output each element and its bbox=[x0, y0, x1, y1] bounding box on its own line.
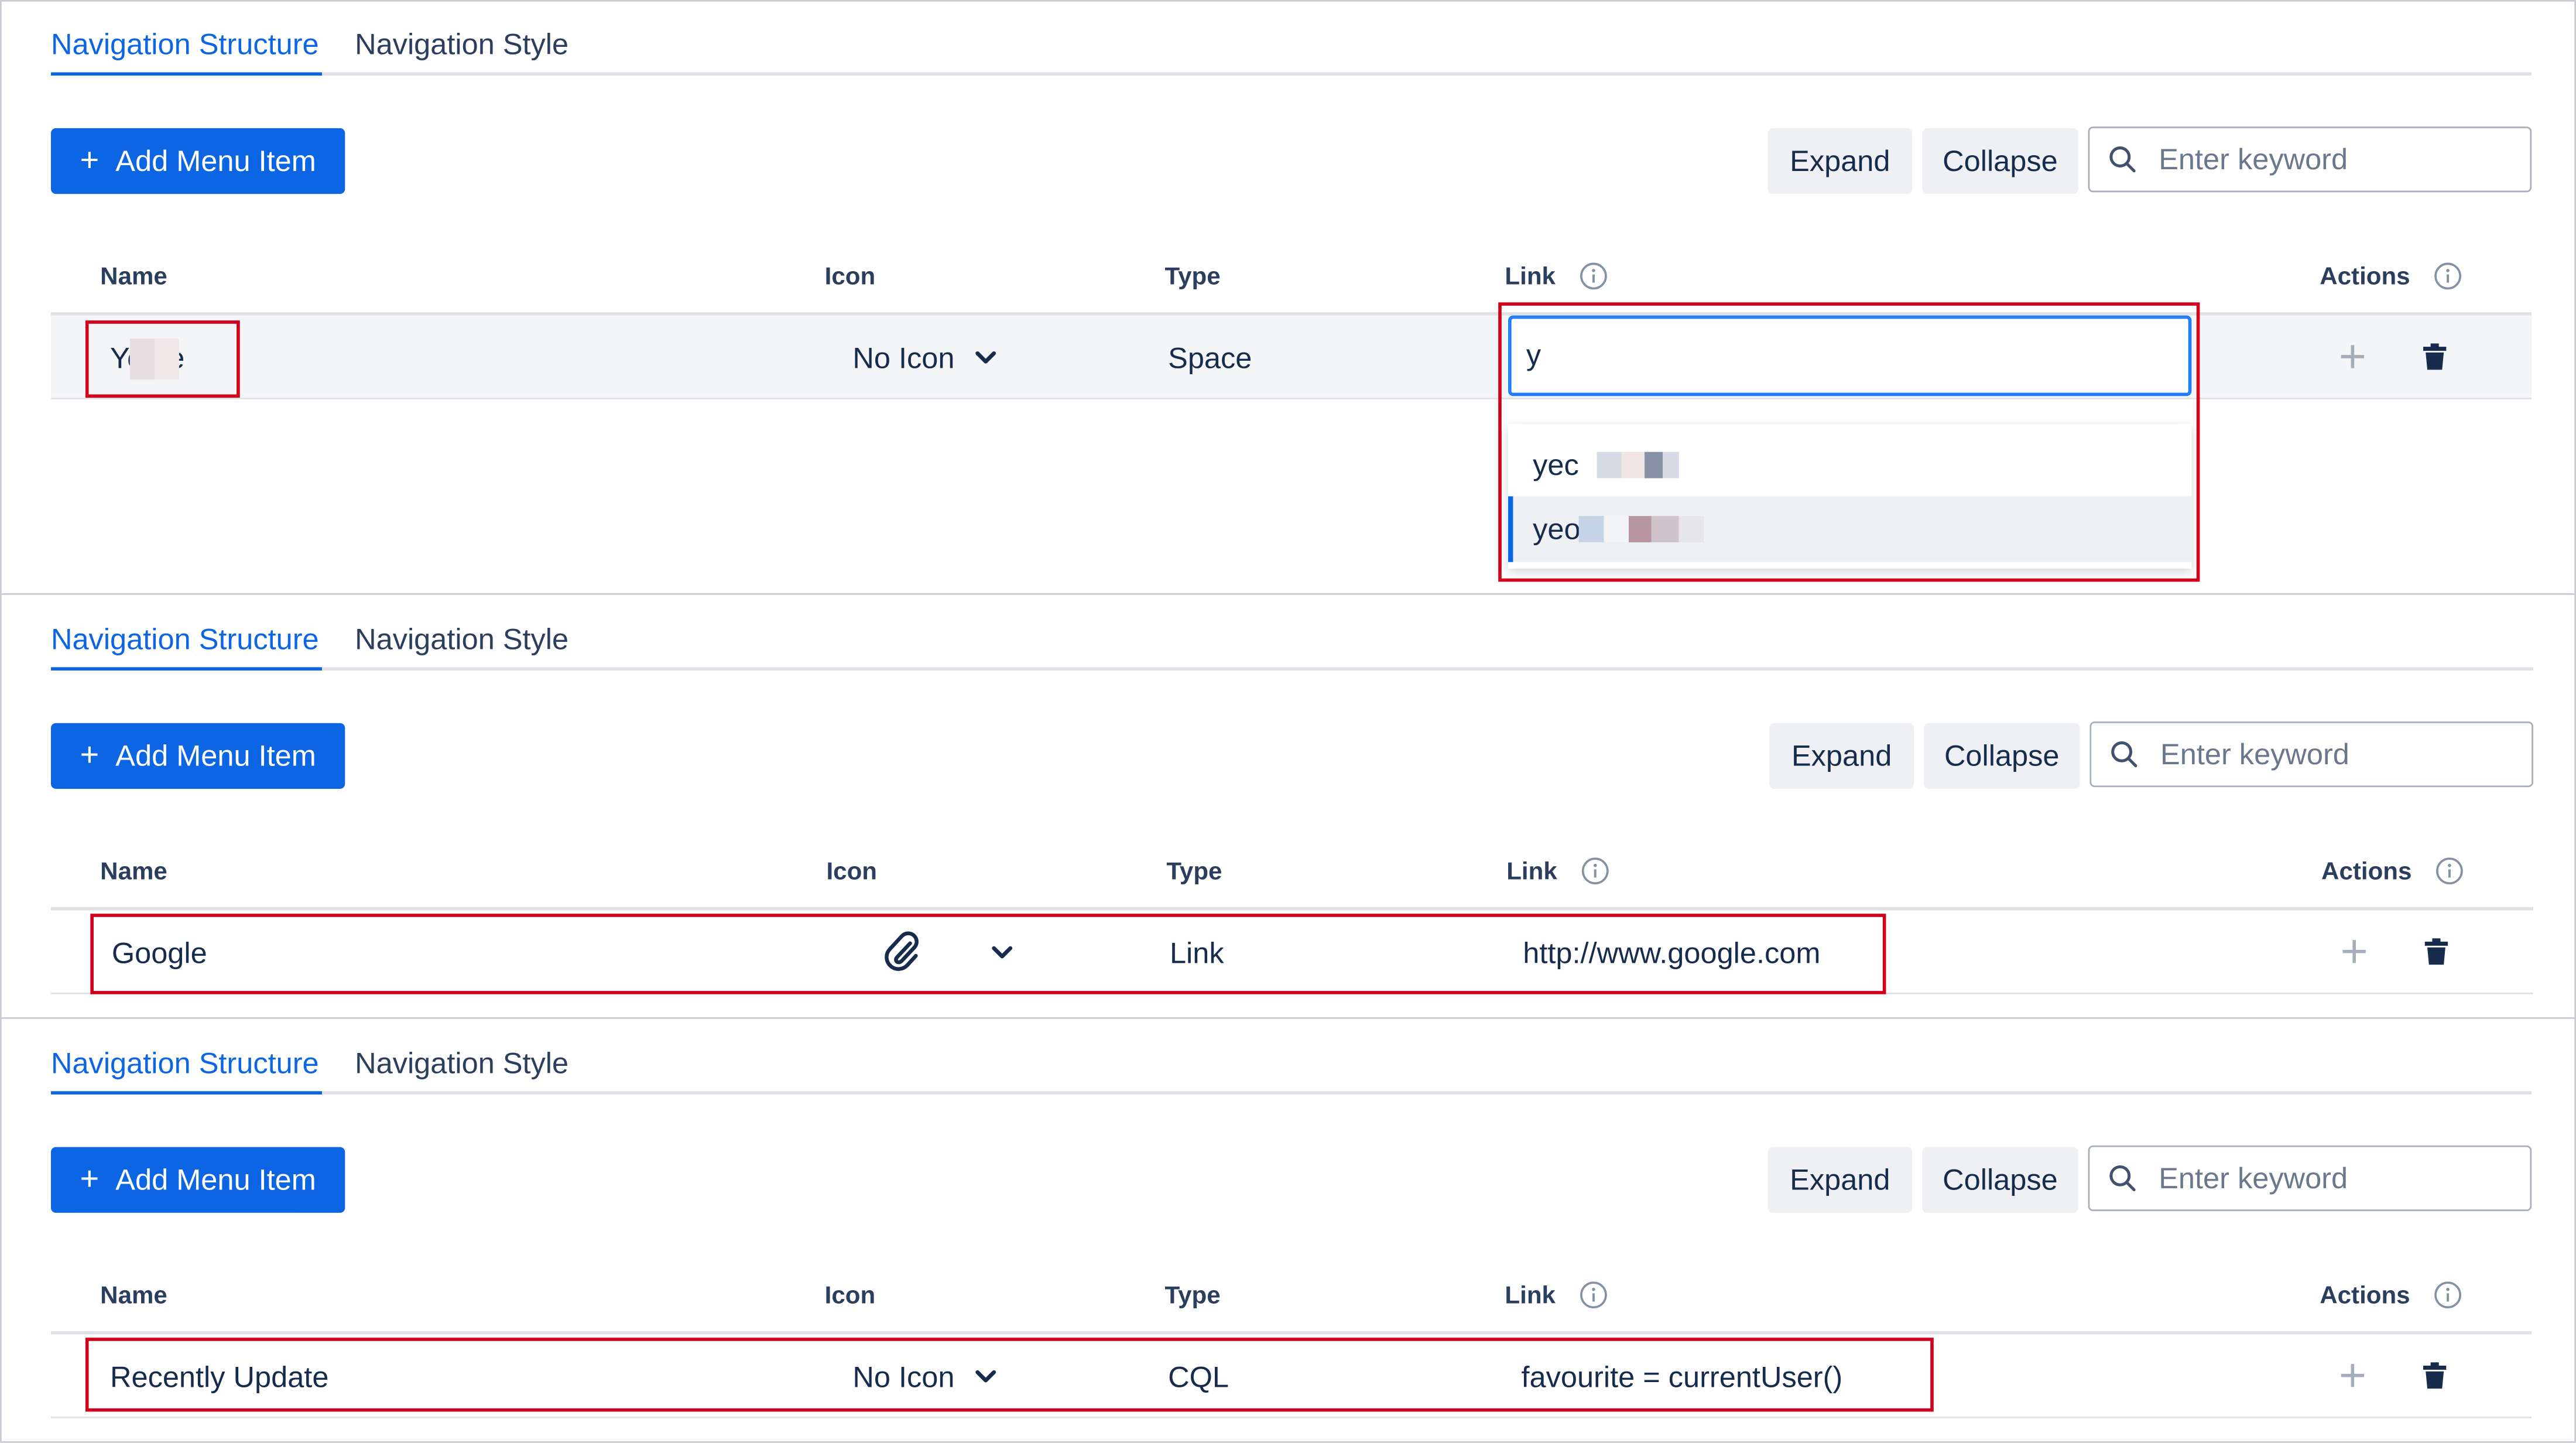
tab-navigation-style[interactable]: Navigation Style bbox=[355, 1047, 568, 1081]
expand-button[interactable]: Expand bbox=[1767, 1147, 1913, 1213]
column-header-type: Type bbox=[1164, 1281, 1221, 1310]
collapse-button[interactable]: Collapse bbox=[1922, 1147, 2078, 1213]
actions-info-icon[interactable] bbox=[2435, 856, 2465, 886]
tab-navigation-structure[interactable]: Navigation Structure bbox=[51, 623, 319, 658]
add-menu-item-button[interactable]: + Add Menu Item bbox=[50, 128, 345, 194]
row-divider bbox=[50, 992, 2534, 994]
plus-icon: + bbox=[80, 143, 100, 179]
panel-divider bbox=[1, 1017, 2575, 1019]
column-header-icon: Icon bbox=[824, 262, 876, 291]
column-header-actions: Actions bbox=[2320, 1281, 2410, 1310]
link-input-value: y bbox=[1526, 338, 1542, 372]
column-header-link: Link bbox=[1505, 1281, 1556, 1310]
chevron-down-icon[interactable] bbox=[974, 1369, 997, 1385]
add-child-icon[interactable] bbox=[2338, 342, 2368, 372]
add-child-icon[interactable] bbox=[2339, 936, 2369, 966]
redacted-name-blur bbox=[129, 338, 179, 380]
row-divider bbox=[50, 398, 2532, 399]
chevron-down-icon[interactable] bbox=[974, 350, 997, 367]
column-header-link: Link bbox=[1505, 262, 1556, 291]
column-header-type: Type bbox=[1164, 262, 1221, 291]
icon-select-value[interactable]: No Icon bbox=[852, 1360, 954, 1395]
tab-navigation-structure[interactable]: Navigation Structure bbox=[51, 28, 319, 63]
column-header-name: Name bbox=[100, 857, 167, 886]
link-info-icon[interactable] bbox=[1579, 261, 1609, 291]
search-field[interactable] bbox=[2088, 1145, 2532, 1212]
panel-divider bbox=[1, 593, 2575, 595]
tab-navigation-style[interactable]: Navigation Style bbox=[355, 28, 568, 63]
tab-active-underline bbox=[50, 72, 322, 76]
paperclip-icon[interactable] bbox=[882, 930, 922, 973]
redacted-text-blur bbox=[1578, 516, 1704, 543]
plus-icon: + bbox=[80, 737, 100, 774]
column-header-name: Name bbox=[100, 1281, 167, 1310]
tab-bar-divider bbox=[50, 72, 2532, 76]
nav-panel-3: Navigation Structure Navigation Style + … bbox=[2, 1021, 2574, 1441]
table-header-divider bbox=[50, 1331, 2532, 1335]
suggestion-option[interactable]: yec bbox=[1508, 432, 2191, 498]
add-menu-item-label: Add Menu Item bbox=[115, 738, 316, 772]
trash-icon[interactable] bbox=[2421, 936, 2451, 966]
search-field[interactable] bbox=[2089, 721, 2534, 788]
row-link[interactable]: http://www.google.com bbox=[1523, 936, 1820, 971]
row-type: Link bbox=[1169, 936, 1224, 970]
collapse-button[interactable]: Collapse bbox=[1922, 128, 2078, 194]
column-header-link: Link bbox=[1506, 857, 1557, 886]
search-icon bbox=[2089, 128, 2155, 191]
search-icon bbox=[2089, 1147, 2155, 1210]
tab-bar-divider bbox=[50, 667, 2534, 671]
link-info-icon[interactable] bbox=[1579, 1280, 1609, 1310]
row-link[interactable]: favourite = currentUser() bbox=[1521, 1360, 1842, 1395]
link-suggestions-dropdown: yec yeo bbox=[1508, 423, 2192, 569]
row-name[interactable]: Recently Update bbox=[110, 1360, 328, 1395]
tab-active-underline bbox=[50, 667, 322, 671]
link-info-icon[interactable] bbox=[1580, 856, 1610, 886]
row-type: Space bbox=[1168, 341, 1252, 375]
actions-info-icon[interactable] bbox=[2433, 261, 2463, 291]
row-divider bbox=[50, 1416, 2532, 1418]
add-menu-item-label: Add Menu Item bbox=[115, 1162, 316, 1196]
column-header-name: Name bbox=[100, 262, 167, 291]
tab-active-underline bbox=[50, 1091, 322, 1095]
column-header-icon: Icon bbox=[826, 857, 878, 886]
search-icon bbox=[2091, 723, 2157, 786]
table-header-divider bbox=[50, 907, 2534, 911]
actions-info-icon[interactable] bbox=[2433, 1280, 2463, 1310]
nav-panel-1: Navigation Structure Navigation Style + … bbox=[2, 2, 2574, 593]
column-header-actions: Actions bbox=[2321, 857, 2412, 886]
add-menu-item-label: Add Menu Item bbox=[115, 143, 316, 177]
row-name[interactable]: Google bbox=[112, 936, 207, 971]
column-header-type: Type bbox=[1166, 857, 1222, 886]
search-input[interactable] bbox=[2157, 735, 2509, 774]
trash-icon[interactable] bbox=[2420, 1360, 2450, 1390]
column-header-actions: Actions bbox=[2320, 262, 2410, 291]
collapse-button[interactable]: Collapse bbox=[1923, 723, 2080, 789]
tab-navigation-structure[interactable]: Navigation Structure bbox=[51, 1047, 319, 1081]
add-menu-item-button[interactable]: + Add Menu Item bbox=[50, 1147, 345, 1213]
column-header-icon: Icon bbox=[824, 1281, 876, 1310]
icon-select-value[interactable]: No Icon bbox=[852, 342, 954, 377]
chevron-down-icon[interactable] bbox=[991, 945, 1013, 962]
row-type: CQL bbox=[1168, 1360, 1229, 1394]
add-menu-item-button[interactable]: + Add Menu Item bbox=[50, 723, 345, 789]
trash-icon[interactable] bbox=[2420, 342, 2450, 372]
add-child-icon[interactable] bbox=[2338, 1360, 2368, 1390]
plus-icon: + bbox=[80, 1161, 100, 1198]
search-field[interactable] bbox=[2088, 126, 2532, 193]
suggestion-option-selected[interactable]: yeo bbox=[1508, 496, 2192, 562]
redacted-text-blur bbox=[1597, 452, 1679, 478]
expand-button[interactable]: Expand bbox=[1767, 128, 1913, 194]
expand-button[interactable]: Expand bbox=[1769, 723, 1914, 789]
link-input[interactable]: y bbox=[1508, 315, 2192, 396]
search-input[interactable] bbox=[2155, 140, 2508, 179]
tab-bar-divider bbox=[50, 1091, 2532, 1095]
search-input[interactable] bbox=[2155, 1159, 2508, 1198]
nav-panel-2: Navigation Structure Navigation Style + … bbox=[2, 597, 2574, 1017]
tab-navigation-style[interactable]: Navigation Style bbox=[355, 623, 568, 658]
